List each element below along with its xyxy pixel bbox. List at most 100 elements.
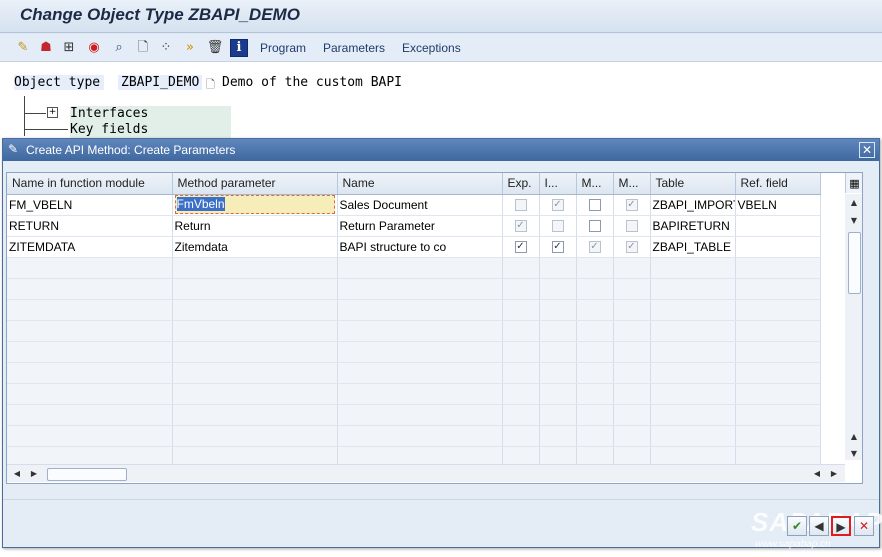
table-settings-icon[interactable]: ▦ xyxy=(845,173,862,193)
scroll-left-icon[interactable]: ◀ xyxy=(812,469,822,479)
empty-cell[interactable] xyxy=(539,383,577,405)
next-icon[interactable]: ▶ xyxy=(831,516,851,536)
scroll-left-icon[interactable]: ◀ xyxy=(12,469,22,479)
empty-cell[interactable] xyxy=(7,341,173,363)
empty-cell[interactable] xyxy=(576,299,614,321)
ref-field-cell[interactable] xyxy=(735,215,821,237)
checkbox-cell[interactable]: ✓ xyxy=(502,215,540,237)
empty-cell[interactable] xyxy=(172,341,338,363)
empty-cell[interactable] xyxy=(613,425,651,447)
expand-node-icon[interactable]: + xyxy=(47,107,58,118)
ref-field-cell[interactable] xyxy=(735,236,821,258)
trash-icon[interactable]: 🗑 xyxy=(206,39,224,57)
empty-cell[interactable] xyxy=(337,257,503,279)
empty-cell[interactable] xyxy=(735,383,821,405)
structure-icon[interactable]: ⁘ xyxy=(157,39,175,57)
empty-cell[interactable] xyxy=(735,404,821,426)
checked-checkbox[interactable]: ✓ xyxy=(551,241,564,254)
empty-cell[interactable] xyxy=(7,299,173,321)
column-header[interactable]: Ref. field xyxy=(735,173,821,195)
wand-icon[interactable]: ✎ xyxy=(14,39,32,57)
column-header[interactable]: Name xyxy=(337,173,503,195)
scroll-up-icon[interactable]: ▲ xyxy=(849,198,859,208)
empty-cell[interactable] xyxy=(650,320,736,342)
hierarchy-icon[interactable]: ⊞ xyxy=(60,39,78,57)
tree-item-interfaces[interactable]: Interfaces xyxy=(70,106,231,122)
forward-icon[interactable]: » xyxy=(181,39,199,57)
empty-cell[interactable] xyxy=(337,425,503,447)
empty-cell[interactable] xyxy=(539,299,577,321)
empty-cell[interactable] xyxy=(576,320,614,342)
empty-cell[interactable] xyxy=(502,425,540,447)
method-param-cell[interactable]: Zitemdata xyxy=(172,236,338,258)
empty-cell[interactable] xyxy=(735,341,821,363)
checkbox-cell[interactable]: ✓ xyxy=(539,236,577,258)
empty-cell[interactable] xyxy=(650,341,736,363)
checked-checkbox[interactable]: ✓ xyxy=(514,241,527,254)
ref-field-cell[interactable]: VBELN xyxy=(735,194,821,216)
checked-checkbox[interactable]: ✓ xyxy=(588,241,601,254)
empty-row[interactable] xyxy=(7,383,821,405)
scroll-up-icon[interactable]: ▲ xyxy=(849,432,859,442)
accept-icon[interactable]: ✔ xyxy=(787,516,807,536)
empty-cell[interactable] xyxy=(502,257,540,279)
empty-cell[interactable] xyxy=(7,383,173,405)
method-param-cell[interactable]: FmVbeln xyxy=(172,194,338,216)
column-header[interactable]: Method parameter xyxy=(172,173,338,195)
empty-cell[interactable] xyxy=(613,383,651,405)
empty-cell[interactable] xyxy=(502,362,540,384)
empty-cell[interactable] xyxy=(337,320,503,342)
fm-name-cell[interactable]: ZITEMDATA xyxy=(7,236,173,258)
menu-program[interactable]: Program xyxy=(260,41,306,55)
fm-name-cell[interactable]: FM_VBELN xyxy=(7,194,173,216)
empty-cell[interactable] xyxy=(337,362,503,384)
empty-cell[interactable] xyxy=(502,320,540,342)
unchecked-checkbox[interactable] xyxy=(551,220,564,233)
empty-cell[interactable] xyxy=(502,341,540,363)
close-icon[interactable]: ✕ xyxy=(859,142,875,158)
checkbox-cell[interactable] xyxy=(576,215,614,237)
table-cell[interactable]: ZBAPI_TABLE xyxy=(650,236,736,258)
empty-row[interactable] xyxy=(7,257,821,279)
empty-cell[interactable] xyxy=(650,383,736,405)
checked-checkbox[interactable]: ✓ xyxy=(625,199,638,212)
empty-cell[interactable] xyxy=(613,320,651,342)
empty-row[interactable] xyxy=(7,278,821,300)
name-cell[interactable]: Sales Document xyxy=(337,194,503,216)
lifebuoy-icon[interactable]: ◉ xyxy=(85,39,103,57)
table-row[interactable]: RETURN Return Return Parameter ✓ BAPIRETURN xyxy=(7,215,821,237)
empty-row[interactable] xyxy=(7,341,821,363)
checkbox-cell[interactable]: ✓ xyxy=(613,194,651,216)
horizontal-scrollbar[interactable]: ◀ ▶ ◀ ▶ xyxy=(7,464,845,482)
empty-cell[interactable] xyxy=(539,341,577,363)
tree-item-key-fields[interactable]: Key fields xyxy=(70,122,231,138)
empty-cell[interactable] xyxy=(539,362,577,384)
checkbox-cell[interactable] xyxy=(539,215,577,237)
table-cell[interactable]: BAPIRETURN xyxy=(650,215,736,237)
vertical-scrollbar[interactable]: ▲ ▼ ▲ ▼ xyxy=(845,194,862,460)
empty-cell[interactable] xyxy=(172,362,338,384)
empty-cell[interactable] xyxy=(337,278,503,300)
empty-row[interactable] xyxy=(7,320,821,342)
table-row[interactable]: ZITEMDATA Zitemdata BAPI structure to co ✓ ✓… xyxy=(7,236,821,258)
empty-cell[interactable] xyxy=(7,404,173,426)
unchecked-checkbox[interactable] xyxy=(588,199,601,212)
empty-cell[interactable] xyxy=(576,425,614,447)
empty-cell[interactable] xyxy=(502,278,540,300)
empty-cell[interactable] xyxy=(650,299,736,321)
empty-cell[interactable] xyxy=(7,425,173,447)
empty-cell[interactable] xyxy=(502,383,540,405)
cancel-icon[interactable]: ✕ xyxy=(854,516,874,536)
document-icon[interactable]: 🗋 xyxy=(134,39,152,57)
column-header[interactable]: Exp. xyxy=(502,173,540,195)
empty-cell[interactable] xyxy=(539,320,577,342)
empty-row[interactable] xyxy=(7,299,821,321)
scroll-down-icon[interactable]: ▼ xyxy=(849,216,859,226)
checked-checkbox[interactable]: ✓ xyxy=(551,199,564,212)
menu-parameters[interactable]: Parameters xyxy=(323,41,385,55)
empty-cell[interactable] xyxy=(650,425,736,447)
table-cell[interactable]: ZBAPI_IMPORT xyxy=(650,194,736,216)
scroll-right-icon[interactable]: ▶ xyxy=(29,469,39,479)
empty-cell[interactable] xyxy=(576,257,614,279)
empty-cell[interactable] xyxy=(735,362,821,384)
